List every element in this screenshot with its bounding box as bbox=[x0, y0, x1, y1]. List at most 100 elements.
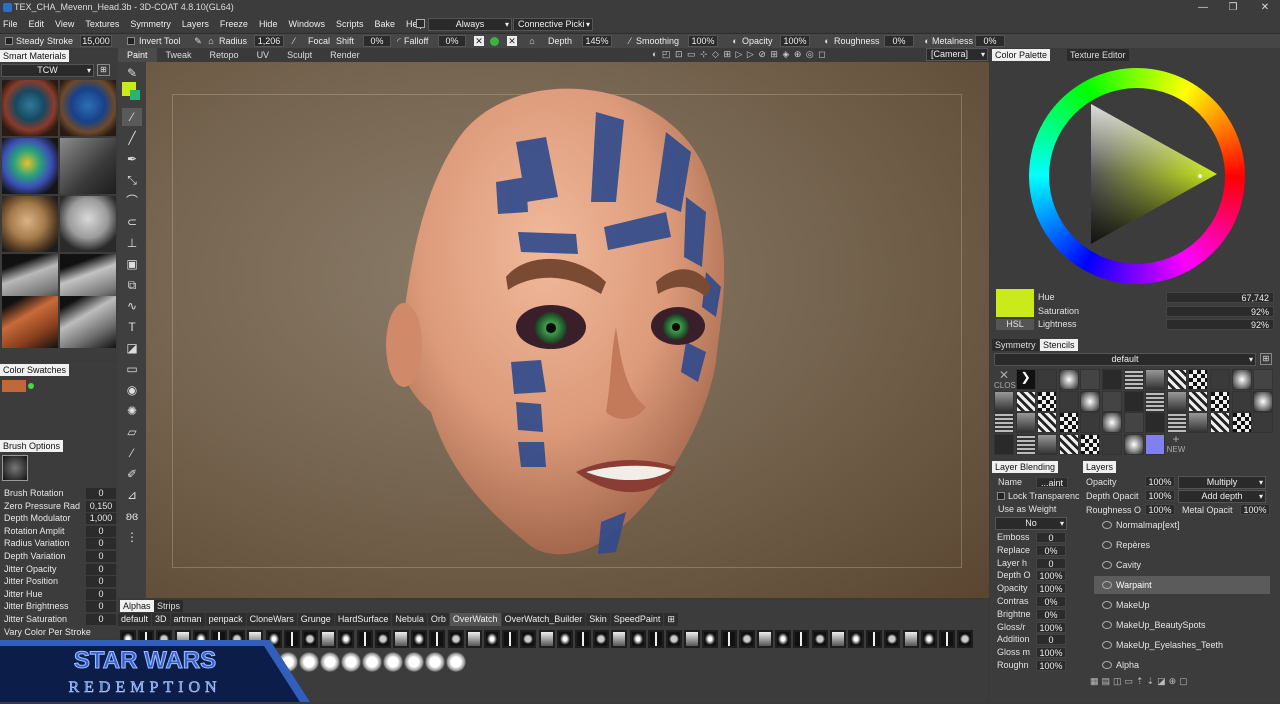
stencil-thumb[interactable] bbox=[1145, 390, 1166, 412]
blend-option-value[interactable]: 0 bbox=[1036, 557, 1066, 569]
blend-option-value[interactable]: 100% bbox=[1036, 660, 1066, 671]
tab-paint[interactable]: Paint bbox=[118, 48, 157, 62]
blend-option-value[interactable]: 0% bbox=[1036, 608, 1066, 620]
stencil-close[interactable]: ✕ CLOSE bbox=[994, 369, 1021, 390]
alpha-category[interactable]: penpack bbox=[205, 613, 246, 626]
alpha-category[interactable]: default bbox=[118, 613, 152, 626]
alpha-brush-thumb[interactable] bbox=[320, 630, 337, 648]
stencil-thumb[interactable] bbox=[1058, 369, 1079, 390]
eye-tool-icon[interactable]: ◉ bbox=[122, 381, 142, 399]
stencil-thumb[interactable] bbox=[1037, 369, 1058, 390]
tab-alphas[interactable]: Alphas bbox=[120, 600, 154, 612]
stencil-thumb[interactable] bbox=[1058, 390, 1079, 412]
alpha-brush-thumb[interactable] bbox=[593, 630, 610, 648]
radius-value[interactable]: 1,206 bbox=[254, 35, 284, 47]
saturation-value[interactable]: 92% bbox=[1166, 306, 1274, 317]
layer-toolbar-icons[interactable]: ▦▤◫▭⇡⇣◪⊕▢ bbox=[1090, 676, 1270, 688]
blend-option-value[interactable]: 0 bbox=[1036, 634, 1066, 646]
blend-option-value[interactable]: 100% bbox=[1036, 621, 1066, 633]
menu-view[interactable]: View bbox=[55, 19, 74, 29]
menu-hide[interactable]: Hide bbox=[259, 19, 278, 29]
line-icon[interactable]: ╱ bbox=[122, 129, 142, 147]
layer-item[interactable]: MakeUp_Eyelashes_Teeth bbox=[1094, 636, 1270, 654]
menu-edit[interactable]: Edit bbox=[29, 19, 45, 29]
material-thumb[interactable] bbox=[2, 196, 58, 252]
lock-icon[interactable]: ⌂ bbox=[206, 36, 216, 46]
curves-icon[interactable]: ∿ bbox=[122, 297, 142, 315]
alpha-category-active[interactable]: OverWatch bbox=[449, 613, 501, 626]
falloff-icon[interactable]: ◜ bbox=[394, 36, 404, 46]
green-dot-icon[interactable] bbox=[28, 383, 34, 389]
stencil-thumb[interactable] bbox=[1123, 433, 1144, 455]
brush-option-value[interactable]: 0 bbox=[86, 601, 116, 613]
brush-option-row[interactable]: Depth Modulator 1,000 bbox=[0, 513, 118, 525]
alpha-brush-thumb[interactable] bbox=[939, 630, 955, 648]
menu-scripts[interactable]: Scripts bbox=[336, 19, 364, 29]
stencil-thumb[interactable] bbox=[1102, 369, 1122, 390]
blend-option-value[interactable]: 0% bbox=[1036, 596, 1066, 607]
stencil-thumb[interactable] bbox=[1080, 369, 1101, 390]
strip-icon[interactable]: ⋮ bbox=[122, 528, 142, 546]
brush-option-value[interactable]: 0 bbox=[86, 614, 116, 625]
saturation-lightness-triangle[interactable] bbox=[1086, 100, 1221, 248]
pen-tool-icon[interactable]: ✒ bbox=[122, 150, 142, 168]
material-thumb[interactable] bbox=[60, 138, 116, 194]
visibility-eye-icon[interactable] bbox=[1102, 521, 1112, 529]
visibility-eye-icon[interactable] bbox=[1102, 661, 1112, 669]
stencil-thumb[interactable] bbox=[994, 412, 1014, 433]
stencil-thumb[interactable] bbox=[1231, 412, 1252, 433]
blend-option-value[interactable]: 0% bbox=[1036, 544, 1066, 556]
layer-item[interactable]: MakeUp bbox=[1094, 596, 1270, 614]
metal-opacity-value[interactable]: 100% bbox=[1240, 504, 1270, 515]
green-dot-icon[interactable] bbox=[490, 37, 499, 46]
always-dropdown[interactable]: Always bbox=[428, 18, 512, 31]
stencil-thumb[interactable] bbox=[1188, 412, 1209, 433]
alpha-brush-thumb[interactable] bbox=[556, 630, 573, 648]
menu-bake[interactable]: Bake bbox=[374, 19, 395, 29]
stencil-thumb[interactable] bbox=[1015, 390, 1036, 412]
alpha-category[interactable]: artman bbox=[170, 613, 205, 626]
alpha-category[interactable]: SpeedPaint bbox=[610, 613, 664, 626]
lock-transparency-checkbox[interactable] bbox=[997, 492, 1005, 500]
alpha-brush-thumb[interactable] bbox=[374, 630, 391, 648]
add-category-icon[interactable]: ⊞ bbox=[664, 613, 678, 626]
alpha-brush-thumb[interactable] bbox=[341, 652, 361, 672]
alpha-brush-thumb[interactable] bbox=[393, 630, 409, 648]
current-color-swatch[interactable] bbox=[996, 289, 1034, 317]
camera-dropdown[interactable]: [Camera] bbox=[926, 48, 988, 61]
hue-value[interactable]: 67,742 bbox=[1166, 292, 1274, 303]
alpha-brush-thumb[interactable] bbox=[575, 630, 591, 648]
alpha-brush-thumb[interactable] bbox=[356, 630, 373, 648]
alpha-brush-thumb[interactable] bbox=[647, 630, 664, 648]
depth-opacity-value[interactable]: 100% bbox=[1145, 490, 1175, 501]
tab-strips[interactable]: Strips bbox=[154, 600, 184, 612]
pipette-icon[interactable]: ✐ bbox=[122, 465, 142, 483]
smoothing-icon[interactable]: ⁄ bbox=[625, 36, 635, 46]
alpha-category[interactable]: Nebula bbox=[392, 613, 427, 626]
layer-item[interactable]: Alpha bbox=[1094, 656, 1270, 674]
falloff-value[interactable]: 0% bbox=[438, 35, 466, 47]
alpha-brush-thumb[interactable] bbox=[829, 630, 846, 648]
stencil-thumb[interactable] bbox=[1080, 412, 1101, 433]
depth-mode-dropdown[interactable]: Add depth bbox=[1178, 490, 1266, 503]
visibility-eye-icon[interactable] bbox=[1102, 641, 1112, 649]
secondary-color-icon[interactable] bbox=[130, 90, 140, 100]
material-thumb[interactable] bbox=[2, 138, 58, 194]
stencil-thumb[interactable] bbox=[1037, 433, 1058, 455]
stencil-thumb[interactable] bbox=[1231, 369, 1252, 390]
brush-option-row[interactable]: Jitter Hue 0 bbox=[0, 588, 118, 601]
alpha-brush-thumb[interactable] bbox=[538, 630, 555, 648]
minimize-button[interactable]: — bbox=[1192, 1, 1214, 15]
gradient-icon[interactable]: ⤡ bbox=[122, 171, 142, 189]
stencil-thumb[interactable] bbox=[1188, 390, 1209, 412]
alpha-category[interactable]: CloneWars bbox=[246, 613, 297, 626]
depth-value[interactable]: 145% bbox=[582, 35, 612, 47]
layer-item[interactable]: Normalmap[ext] bbox=[1094, 516, 1270, 534]
brush-option-row[interactable]: Zero Pressure Rad 0,150 bbox=[0, 500, 118, 513]
color-swatch[interactable] bbox=[2, 380, 26, 392]
metalness-icon[interactable]: ◐ bbox=[922, 36, 932, 46]
steady-stroke-checkbox[interactable] bbox=[5, 37, 13, 45]
sun-icon[interactable]: ✺ bbox=[122, 402, 142, 420]
metalness-value[interactable]: 0% bbox=[975, 35, 1005, 47]
brush-option-row[interactable]: Vary Color Per Stroke bbox=[0, 627, 118, 639]
